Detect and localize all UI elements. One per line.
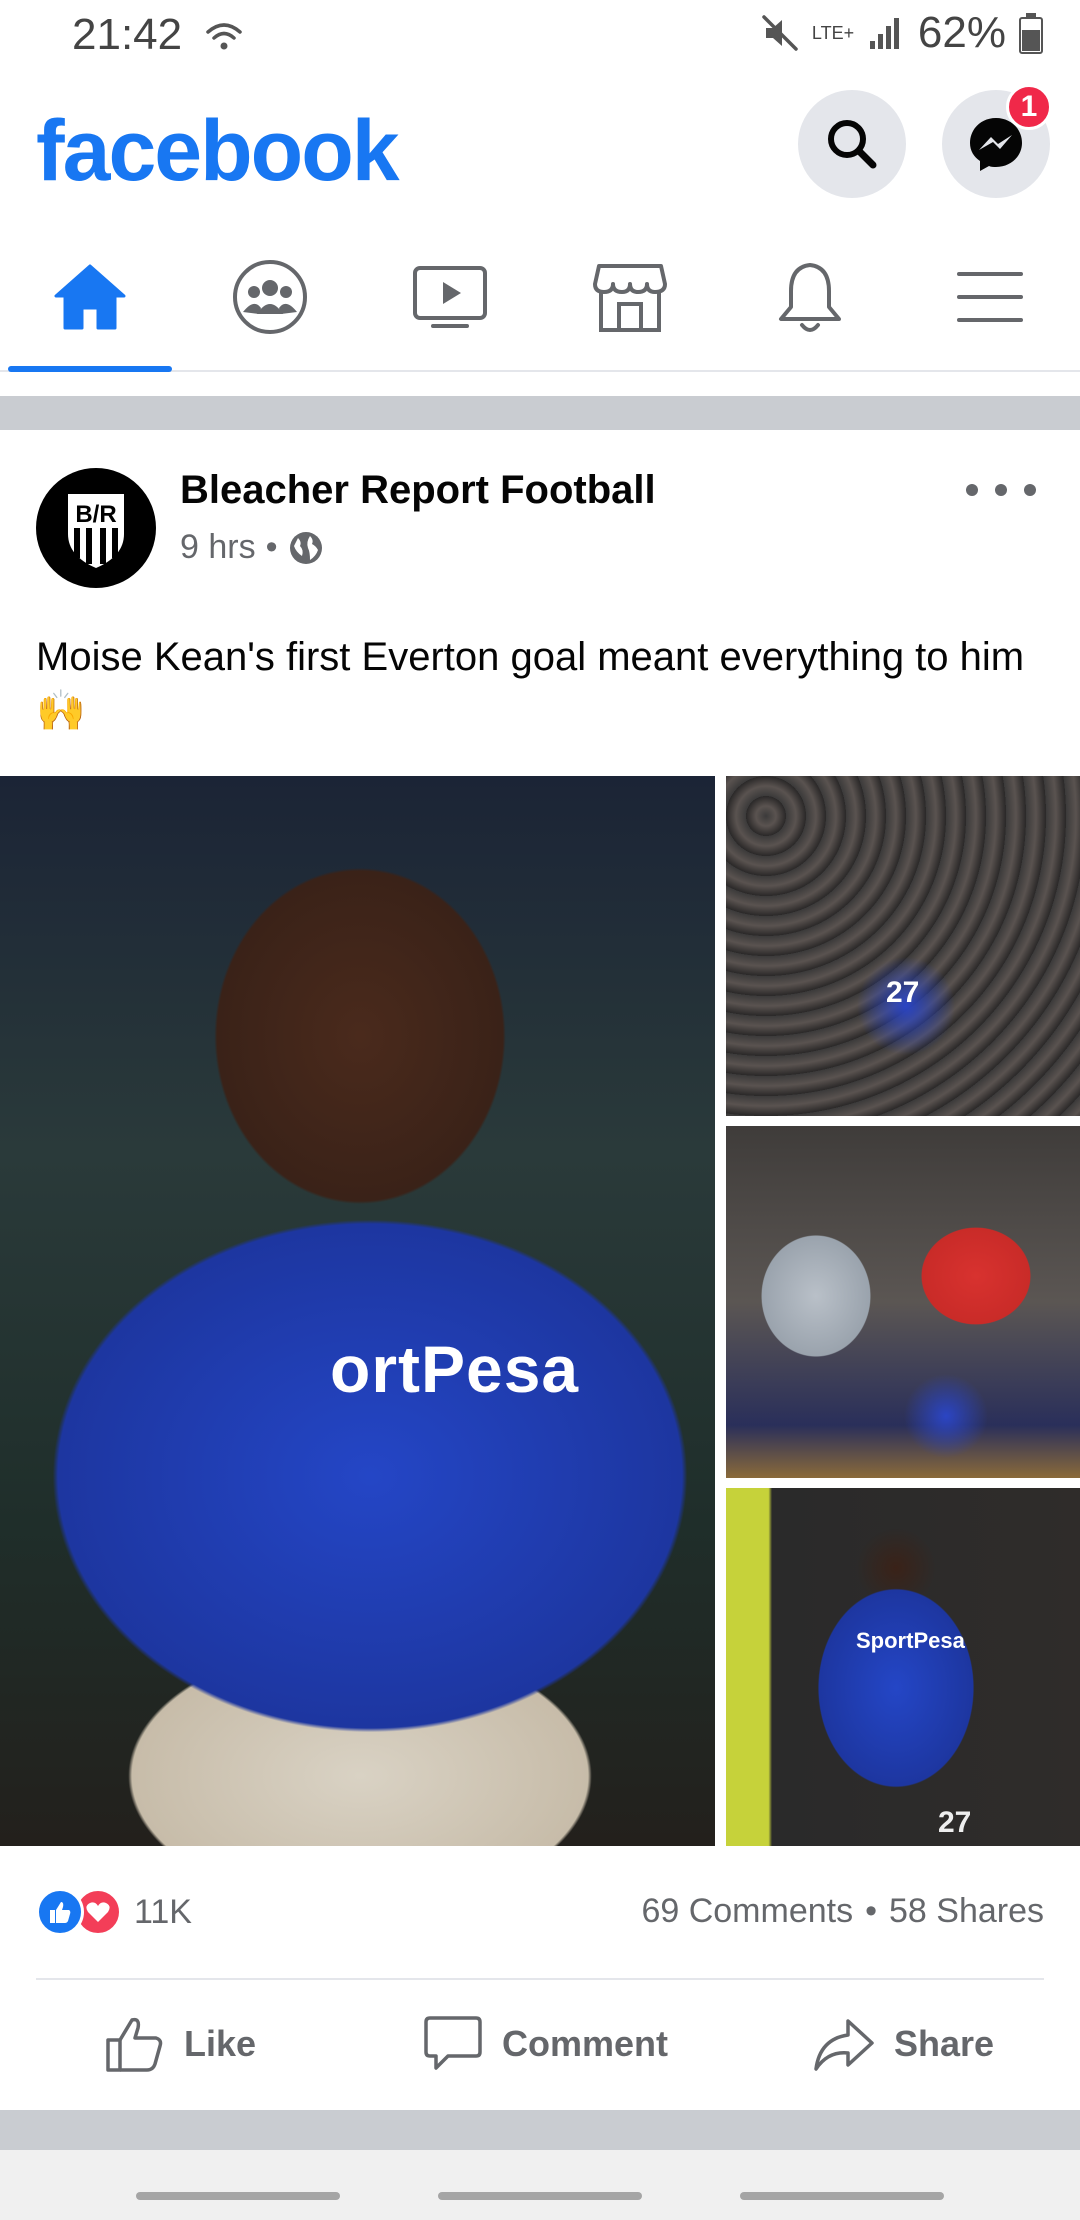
like-reaction-icon bbox=[36, 1888, 84, 1936]
messenger-badge: 1 bbox=[1006, 84, 1052, 130]
system-nav-bar bbox=[0, 2150, 1080, 2220]
post-text-body: Moise Kean's first Everton goal meant ev… bbox=[36, 635, 1025, 679]
shares-count[interactable]: 58 Shares bbox=[889, 1892, 1044, 1931]
network-label: LTE+ bbox=[811, 23, 855, 43]
bleacher-report-logo: B/R bbox=[68, 494, 124, 568]
groups-icon bbox=[233, 260, 307, 334]
status-time: 21:42 bbox=[72, 10, 183, 59]
feed-divider bbox=[0, 396, 1080, 430]
search-icon bbox=[828, 120, 877, 169]
raising-hands-emoji: 🙌 bbox=[36, 689, 86, 733]
messenger-button[interactable]: 1 bbox=[942, 84, 1052, 198]
like-icon bbox=[106, 2017, 163, 2072]
status-bar: 21:42 LTE+ 62% bbox=[0, 0, 1080, 72]
like-button[interactable]: Like bbox=[104, 1980, 256, 2108]
tab-groups[interactable] bbox=[180, 222, 360, 372]
tab-notifications[interactable] bbox=[720, 222, 900, 372]
post-time[interactable]: 9 hrs bbox=[180, 528, 256, 567]
photo-main[interactable]: ortPesa bbox=[0, 776, 715, 1846]
post-actions: Like Comment Share bbox=[0, 1980, 1080, 2108]
video-icon bbox=[413, 266, 487, 328]
status-icons: LTE+ 62% bbox=[760, 8, 1044, 58]
mute-icon bbox=[762, 15, 798, 51]
comment-button[interactable]: Comment bbox=[422, 1980, 668, 2108]
share-label: Share bbox=[894, 2023, 995, 2064]
tab-marketplace[interactable] bbox=[540, 222, 720, 372]
photo-side-3-sponsor: SportPesa bbox=[856, 1628, 965, 1653]
photo-side-2[interactable] bbox=[726, 1126, 1080, 1478]
battery-percent: 62% bbox=[917, 8, 1006, 57]
reactions-count: 11K bbox=[134, 1892, 192, 1931]
home-icon bbox=[54, 264, 126, 330]
battery-icon bbox=[1019, 13, 1043, 54]
app-bar: facebook 1 bbox=[0, 72, 1080, 222]
dot-icon bbox=[1024, 484, 1036, 496]
dot-icon bbox=[995, 484, 1007, 496]
search-button[interactable] bbox=[798, 90, 906, 198]
comments-count[interactable]: 69 Comments bbox=[641, 1892, 853, 1931]
avatar-text: B/R bbox=[75, 501, 116, 528]
photo-side-3[interactable]: SportPesa 27 bbox=[726, 1488, 1080, 1846]
photo-side-1-number: 27 bbox=[886, 976, 920, 1009]
signal-icon bbox=[869, 18, 899, 49]
comment-icon bbox=[424, 2016, 482, 2070]
heart-icon bbox=[86, 1902, 110, 1922]
bell-icon bbox=[779, 263, 841, 332]
share-button[interactable]: Share bbox=[812, 1980, 994, 2108]
hamburger-icon bbox=[957, 272, 1023, 322]
tab-bar bbox=[0, 222, 1080, 372]
author-avatar[interactable]: B/R bbox=[36, 468, 156, 588]
marketplace-icon bbox=[593, 264, 667, 332]
tab-menu[interactable] bbox=[900, 222, 1080, 372]
post-author[interactable]: Bleacher Report Football bbox=[180, 468, 656, 513]
post-stats: 69 Comments • 58 Shares bbox=[641, 1892, 1044, 1931]
nav-back-handle[interactable] bbox=[740, 2192, 944, 2200]
thumbs-up-icon bbox=[50, 1902, 71, 1923]
wifi-icon bbox=[206, 23, 242, 50]
dot-icon bbox=[966, 484, 978, 496]
tab-watch[interactable] bbox=[360, 222, 540, 372]
tab-home[interactable] bbox=[0, 222, 180, 372]
reactions-summary[interactable]: 11K bbox=[36, 1888, 192, 1936]
post-options-button[interactable] bbox=[966, 470, 1036, 510]
photo-side-3-number: 27 bbox=[938, 1806, 972, 1839]
meta-separator: • bbox=[265, 528, 278, 566]
globe-icon bbox=[289, 531, 322, 564]
facebook-logo[interactable]: facebook bbox=[36, 102, 400, 201]
photo-side-1[interactable]: 27 bbox=[726, 776, 1080, 1116]
post-text: Moise Kean's first Everton goal meant ev… bbox=[36, 630, 1046, 738]
nav-home-handle[interactable] bbox=[438, 2192, 642, 2200]
stats-separator: • bbox=[865, 1892, 877, 1930]
nav-recents-handle[interactable] bbox=[136, 2192, 340, 2200]
share-icon bbox=[814, 2019, 874, 2071]
comment-label: Comment bbox=[502, 2023, 669, 2064]
post-meta: 9 hrs • bbox=[180, 528, 324, 567]
feed-divider-bottom bbox=[0, 2110, 1080, 2150]
photo-main-sponsor: ortPesa bbox=[330, 1332, 580, 1406]
like-label: Like bbox=[184, 2023, 257, 2064]
